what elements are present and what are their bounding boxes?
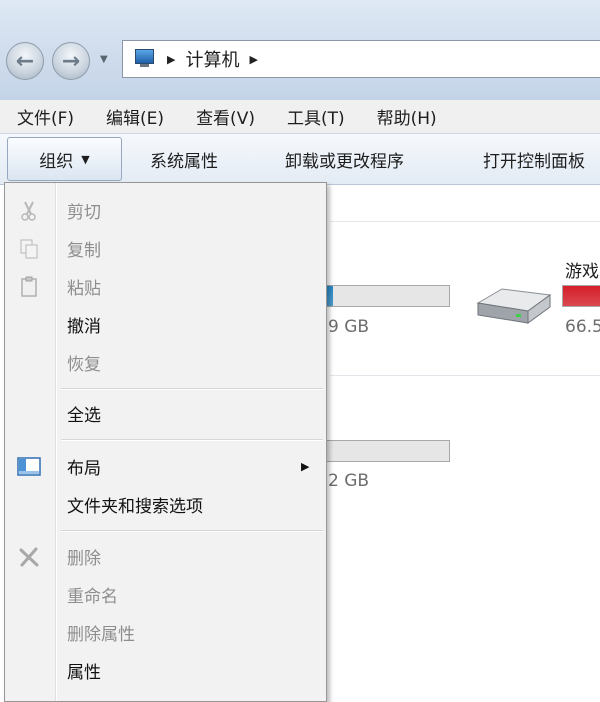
open-control-panel-button[interactable]: 打开控制面板 — [483, 134, 585, 184]
system-properties-button[interactable]: 系统属性 — [150, 134, 218, 184]
title-bar: ← → ▼ ▶ 计算机 ▶ — [0, 0, 600, 100]
forward-button[interactable]: → — [52, 42, 90, 80]
address-bar[interactable]: ▶ 计算机 ▶ — [122, 40, 600, 78]
command-bar: 组织 ▼ 系统属性 卸载或更改程序 打开控制面板 — [0, 133, 600, 185]
menu-bar: 文件(F) 编辑(E) 查看(V) 工具(T) 帮助(H) — [0, 100, 600, 133]
menu-item-undo[interactable]: 撤消 — [5, 305, 326, 343]
menu-item-label: 撤消 — [67, 316, 101, 337]
breadcrumb-computer[interactable]: 计算机 — [185, 46, 239, 72]
menu-item-select-all[interactable]: 全选 — [5, 394, 326, 432]
scissors-icon — [17, 199, 41, 223]
menu-item-cut[interactable]: 剪切 — [5, 191, 326, 229]
delete-x-icon — [17, 545, 41, 569]
menu-item-label: 粘贴 — [67, 278, 101, 299]
drive-size-text: 2 GB — [328, 471, 370, 491]
menu-item-label: 属性 — [67, 662, 101, 683]
drive-usage-bar — [562, 285, 600, 307]
breadcrumb-separator-icon[interactable]: ▶ — [167, 53, 175, 66]
menu-item-properties[interactable]: 属性 — [5, 651, 326, 689]
menu-item-label: 删除 — [67, 548, 101, 569]
menu-item-label: 布局 — [67, 458, 101, 479]
menu-item-remove-properties[interactable]: 删除属性 — [5, 613, 326, 651]
menu-item-copy[interactable]: 复制 — [5, 229, 326, 267]
menu-item-label: 复制 — [67, 240, 101, 261]
drive-usage-fill — [563, 286, 600, 306]
drive-size-text: 66.5 — [565, 317, 600, 337]
menu-item-label: 剪切 — [67, 202, 101, 223]
menu-item-layout[interactable]: 布局 ▶ — [5, 447, 326, 485]
menu-separator — [61, 530, 323, 532]
menu-view[interactable]: 查看(V) — [180, 104, 271, 129]
organize-button[interactable]: 组织 ▼ — [7, 137, 122, 181]
organize-menu: 剪切 复制 粘贴 撤消 恢复 全选 布局 ▶ 文件夹和搜索选项 删除 重命名 删… — [4, 182, 327, 702]
menu-item-label: 恢复 — [67, 354, 101, 375]
menu-item-label: 重命名 — [67, 586, 118, 607]
copy-icon — [17, 237, 41, 261]
menu-separator — [61, 388, 323, 390]
menu-item-rename[interactable]: 重命名 — [5, 575, 326, 613]
computer-icon — [133, 48, 157, 70]
section-divider — [330, 221, 600, 222]
submenu-arrow-icon: ▶ — [301, 459, 310, 473]
menu-separator — [61, 439, 323, 441]
forward-arrow-icon: → — [61, 48, 81, 74]
back-arrow-icon: ← — [15, 48, 35, 74]
menu-item-label: 全选 — [67, 405, 101, 426]
drive-usage-bar — [310, 285, 450, 307]
back-button[interactable]: ← — [6, 42, 44, 80]
menu-item-folder-options[interactable]: 文件夹和搜索选项 — [5, 485, 326, 523]
menu-item-delete[interactable]: 删除 — [5, 537, 326, 575]
menu-item-label: 删除属性 — [67, 624, 135, 645]
organize-label: 组织 — [39, 151, 74, 172]
layout-icon — [17, 455, 41, 479]
hard-drive-icon[interactable] — [472, 281, 554, 329]
menu-edit[interactable]: 编辑(E) — [90, 104, 180, 129]
menu-item-paste[interactable]: 粘贴 — [5, 267, 326, 305]
drive-label[interactable]: 游戏 — [565, 257, 599, 282]
chevron-down-icon: ▼ — [100, 54, 108, 65]
clipboard-icon — [17, 275, 41, 299]
drive-usage-bar — [310, 440, 450, 462]
menu-item-label: 文件夹和搜索选项 — [67, 496, 203, 517]
menu-file[interactable]: 文件(F) — [0, 104, 90, 129]
drive-size-text: 9 GB — [328, 317, 370, 337]
menu-tools[interactable]: 工具(T) — [271, 104, 361, 129]
uninstall-program-button[interactable]: 卸载或更改程序 — [285, 134, 404, 184]
chevron-down-icon: ▼ — [81, 152, 90, 166]
section-divider — [330, 375, 600, 376]
recent-pages-dropdown[interactable]: ▼ — [100, 54, 108, 65]
menu-help[interactable]: 帮助(H) — [361, 104, 453, 129]
breadcrumb-separator-icon[interactable]: ▶ — [249, 53, 257, 66]
menu-item-redo[interactable]: 恢复 — [5, 343, 326, 381]
